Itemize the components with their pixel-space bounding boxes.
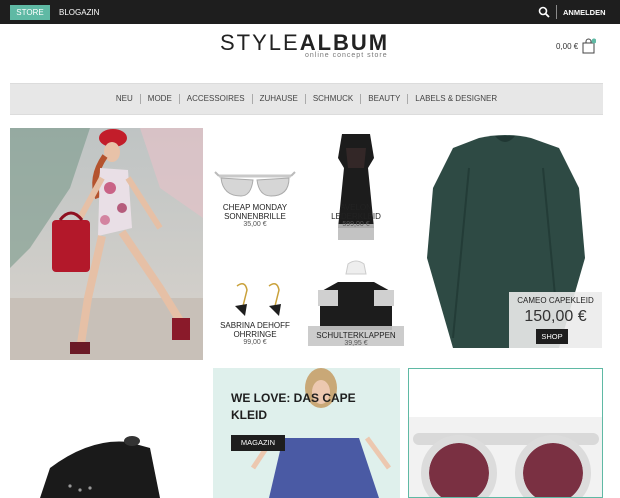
product-price: 99,00 € <box>243 339 267 346</box>
featured-product-name: CAMEO CAPEKLEID <box>517 296 594 305</box>
shoe-image <box>40 436 160 498</box>
magazine-model-image <box>213 368 400 498</box>
blogazin-tab[interactable]: BLOGAZIN <box>59 5 99 20</box>
featured-product-price: 150,00 € <box>524 308 587 325</box>
product-card-earrings[interactable]: SABRINA DEHOFF OHRRINGE 99,00 € <box>207 246 303 360</box>
product-price: 599,00 € <box>342 221 370 228</box>
nav-item-accessoires[interactable]: ACCESSOIRES <box>178 94 252 104</box>
nav-item-schmuck[interactable]: SCHMUCK <box>304 94 360 104</box>
magazin-button[interactable]: MAGAZIN <box>231 435 285 451</box>
product-price: 39,95 € <box>344 340 368 347</box>
nav-item-beauty[interactable]: BEAUTY <box>360 94 407 104</box>
product-name-line2: SONNENBRILLE <box>224 212 286 221</box>
shopping-bag-icon[interactable] <box>582 38 596 54</box>
round-sunglasses-image <box>409 417 602 497</box>
cart-total[interactable]: 0,00 € <box>556 42 578 51</box>
top-bar: STORE BLOGAZIN ANMELDEN <box>0 0 620 24</box>
login-link[interactable]: ANMELDEN <box>563 5 606 20</box>
main-navigation: NEU MODE ACCESSOIRES ZUHAUSE SCHMUCK BEA… <box>10 83 603 115</box>
magazine-teaser[interactable] <box>213 368 400 498</box>
logo-part-style: STYLE <box>220 30 300 55</box>
product-card-round-sunglasses[interactable] <box>408 368 603 498</box>
hero-fashion-image[interactable] <box>10 128 203 360</box>
nav-item-zuhause[interactable]: ZUHAUSE <box>251 94 305 104</box>
nav-item-mode[interactable]: MODE <box>139 94 179 104</box>
product-name-line1: SABRINA DEHOFF <box>220 321 290 330</box>
topbar-divider <box>556 5 557 19</box>
search-icon[interactable] <box>538 6 550 18</box>
product-name-line2: OHRRINGE <box>233 330 277 339</box>
product-name-line1: AVELON <box>340 203 372 212</box>
nav-item-labels-designer[interactable]: LABELS & DESIGNER <box>407 94 504 104</box>
product-price: 35,00 € <box>243 221 267 228</box>
product-card-sunglasses[interactable]: CHEAP MONDAY SONNENBRILLE 35,00 € <box>207 128 303 240</box>
product-name-line2: LEDERKLEID <box>331 212 381 221</box>
product-name-line1: SCHULTERKLAPPEN <box>316 331 396 340</box>
product-card-shoulder-flaps[interactable]: SCHULTERKLAPPEN 39,95 € <box>308 246 404 360</box>
hero-illustration <box>10 128 203 360</box>
nav-list: NEU MODE ACCESSOIRES ZUHAUSE SCHMUCK BEA… <box>10 84 603 114</box>
product-card-leather-dress[interactable]: AVELON LEDERKLEID 599,00 € <box>308 128 404 240</box>
page: STORE BLOGAZIN ANMELDEN STYLEALBUM onlin… <box>0 0 620 498</box>
product-card-shoe[interactable] <box>10 368 203 498</box>
store-tab[interactable]: STORE <box>10 5 50 20</box>
shop-button[interactable]: SHOP <box>536 329 568 344</box>
tagline: online concept store <box>305 52 388 59</box>
nav-item-neu[interactable]: NEU <box>109 94 140 104</box>
product-name-line1: CHEAP MONDAY <box>222 203 288 212</box>
magazine-headline: WE LOVE: DAS CAPE KLEID <box>231 391 356 422</box>
